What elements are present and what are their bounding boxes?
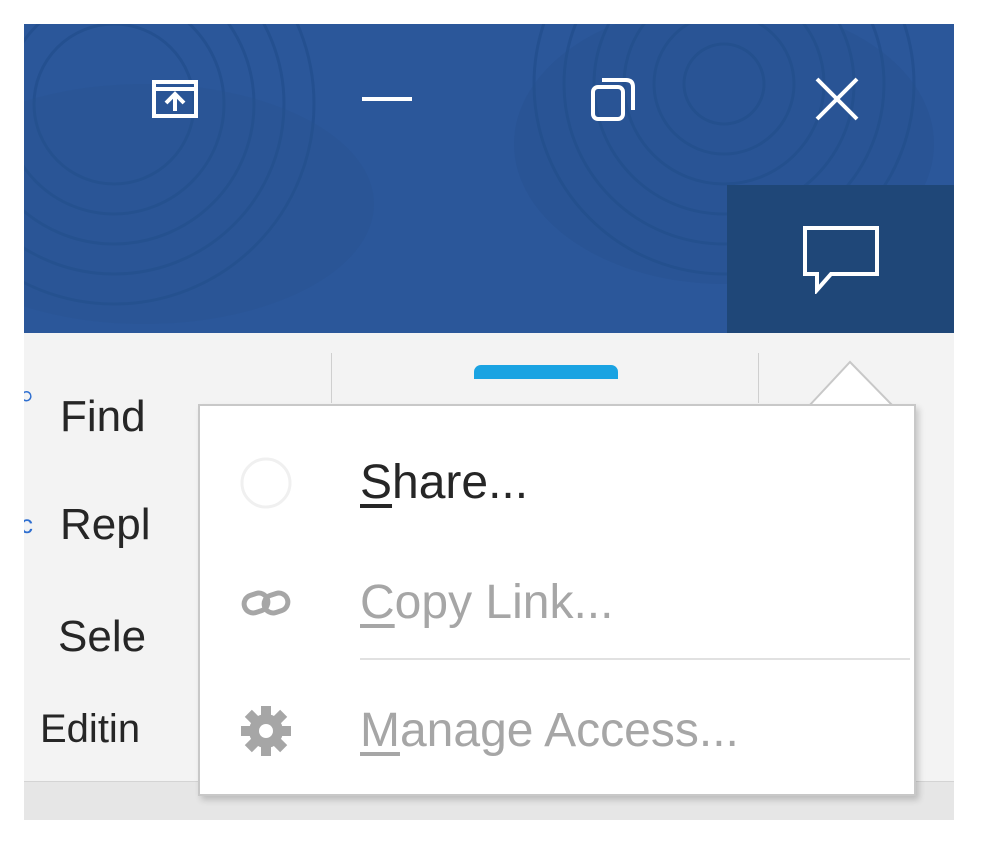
menu-separator <box>360 658 910 660</box>
close-button[interactable] <box>782 44 892 154</box>
find-icon: ⌕ <box>24 379 35 412</box>
word-window: ⌕ Find c Repl · Sele Editin Share... <box>24 24 954 820</box>
ribbon-display-options-button[interactable] <box>120 44 230 154</box>
close-icon <box>815 77 859 121</box>
replace-button[interactable]: Repl <box>60 503 151 547</box>
replace-icon: c <box>24 509 33 539</box>
find-button[interactable]: Find <box>60 395 146 439</box>
minimize-icon <box>362 97 412 101</box>
minimize-button[interactable] <box>332 44 442 154</box>
restore-icon <box>591 78 635 121</box>
share-icon <box>234 451 298 515</box>
title-bar <box>24 24 954 333</box>
restore-button[interactable] <box>558 44 668 154</box>
ribbon-group-divider <box>331 353 332 403</box>
ribbon-display-options-icon <box>152 80 198 118</box>
comments-button[interactable] <box>727 185 954 333</box>
share-menu: Share... Copy Link... Manage Access... <box>198 404 916 796</box>
link-icon <box>234 571 298 635</box>
accent-color-swatch[interactable] <box>474 365 618 379</box>
select-button[interactable]: Sele <box>58 615 146 659</box>
menu-item-copy-link[interactable]: Copy Link... <box>200 548 914 658</box>
ribbon-group-divider <box>758 353 759 403</box>
menu-item-manage-access[interactable]: Manage Access... <box>200 676 914 786</box>
gear-icon <box>234 699 298 763</box>
menu-item-share-label: Share... <box>360 456 529 509</box>
popup-pointer <box>806 360 896 408</box>
menu-item-manage-access-label: Manage Access... <box>360 704 739 757</box>
editing-group-label: Editin <box>40 707 141 751</box>
menu-item-share[interactable]: Share... <box>200 428 914 538</box>
comment-bubble-icon <box>802 226 879 294</box>
menu-item-copy-link-label: Copy Link... <box>360 576 614 629</box>
